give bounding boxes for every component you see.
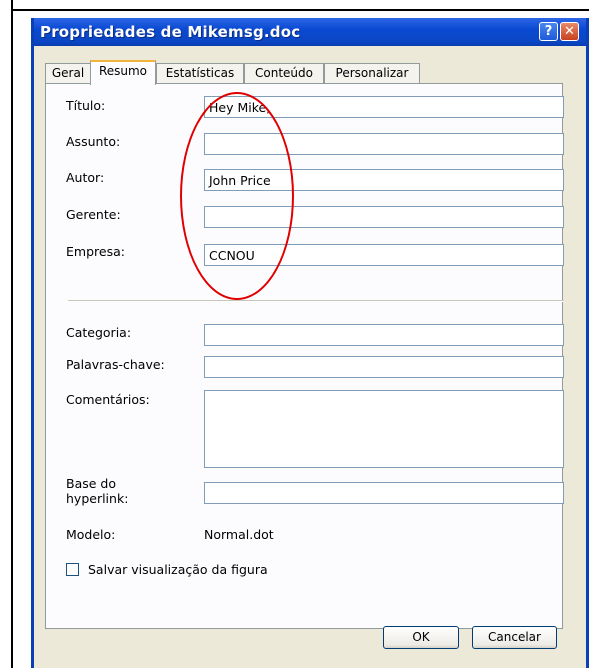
outer-frame-left [11,0,13,668]
title-bar[interactable]: Propriedades de Mikemsg.doc ? ✕ [34,18,586,46]
base-hyperlink-label-line2: hyperlink: [66,491,129,506]
salvar-visualizacao-checkbox[interactable] [66,563,79,576]
titulo-label: Título: [66,98,106,113]
comentarios-label: Comentários: [66,392,150,407]
palavras-chave-label: Palavras-chave: [66,357,165,372]
empresa-label: Empresa: [66,244,125,259]
empresa-field[interactable]: CCNOU [204,244,564,266]
tab-conteudo[interactable]: Conteúdo [244,63,324,84]
categoria-label: Categoria: [66,325,132,340]
dialog-title: Propriedades de Mikemsg.doc [40,23,301,41]
outer-frame-top [11,9,589,11]
base-hyperlink-label-line1: Base do [66,476,116,491]
close-button[interactable]: ✕ [560,22,579,41]
tab-geral[interactable]: Geral [45,63,91,84]
section-divider [68,300,564,302]
ok-button[interactable]: OK [383,626,459,649]
help-button[interactable]: ? [539,22,558,41]
resumo-panel: Título: Hey Mike, Assunto: Autor: John P… [45,83,564,629]
categoria-field[interactable] [204,324,564,346]
palavras-chave-field[interactable] [204,356,564,378]
assunto-label: Assunto: [66,134,121,149]
autor-label: Autor: [66,170,105,185]
gerente-field[interactable] [204,206,564,228]
modelo-value: Normal.dot [204,527,274,542]
tab-personalizar[interactable]: Personalizar [324,63,420,84]
titulo-field[interactable]: Hey Mike, [204,96,564,118]
assunto-field[interactable] [204,133,564,155]
properties-dialog: Propriedades de Mikemsg.doc ? ✕ Geral Re… [31,18,589,668]
tab-estatisticas[interactable]: Estatísticas [156,63,244,84]
gerente-label: Gerente: [66,207,121,222]
tab-resumo[interactable]: Resumo [90,60,156,85]
modelo-label: Modelo: [66,527,116,542]
base-hyperlink-field[interactable] [204,482,564,504]
salvar-visualizacao-label[interactable]: Salvar visualização da figura [88,562,268,578]
cancel-button[interactable]: Cancelar [472,626,557,649]
comentarios-field[interactable] [204,390,564,468]
autor-field[interactable]: John Price [204,169,564,191]
